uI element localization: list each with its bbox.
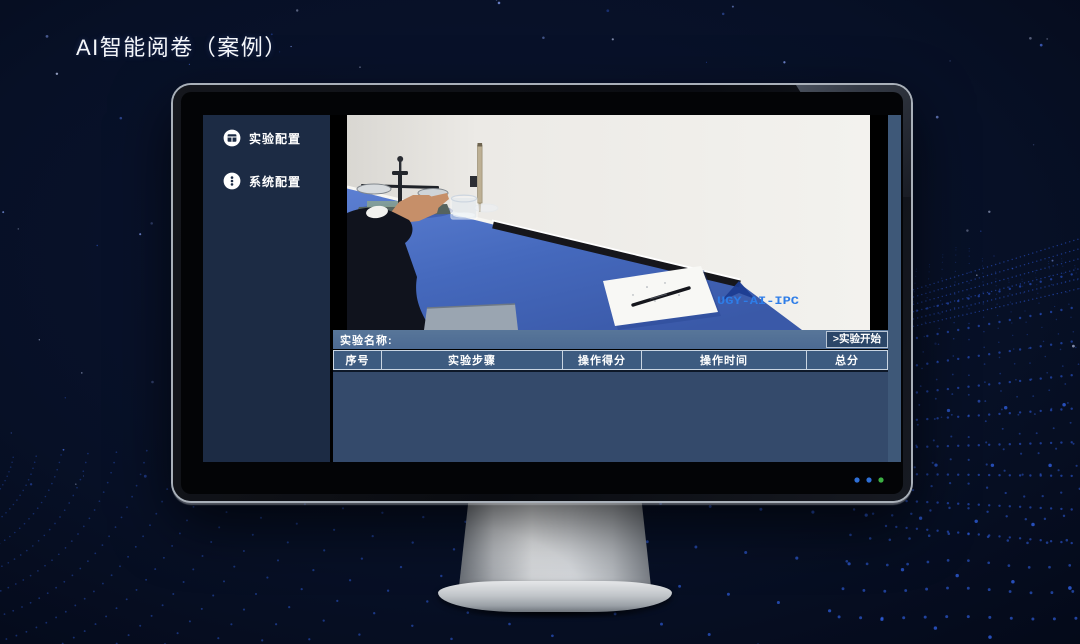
monitor-screen: 实验配置 系统配置: [181, 92, 903, 494]
results-table-body: [333, 370, 888, 462]
app-window: 实验配置 系统配置: [203, 115, 901, 462]
dots-config-icon: [223, 172, 241, 190]
experiment-name-label: 实验名称:: [333, 332, 393, 348]
main-panel: UGY-AI-IPC 实验名称: >实验开始 序号 实验步骤 操作得分 操作时间…: [330, 115, 888, 462]
sidebar-item-label: 实验配置: [249, 130, 301, 147]
sidebar-item-system-config[interactable]: 系统配置: [203, 171, 330, 191]
monitor-led-indicators: [853, 476, 886, 484]
watermark-text: UGY-AI-IPC: [717, 296, 799, 308]
monitor: 实验配置 系统配置: [173, 85, 911, 501]
results-table-header: 序号 实验步骤 操作得分 操作时间 总分: [333, 350, 888, 370]
sidebar: 实验配置 系统配置: [203, 115, 330, 462]
experiment-config-icon: [223, 129, 241, 147]
column-header-time: 操作时间: [641, 350, 807, 370]
start-experiment-button[interactable]: >实验开始: [826, 331, 888, 348]
experiment-name-row: 实验名称: >实验开始: [333, 330, 888, 349]
sidebar-item-label: 系统配置: [249, 173, 301, 190]
sidebar-item-experiment-config[interactable]: 实验配置: [203, 128, 330, 148]
column-header-step: 实验步骤: [381, 350, 563, 370]
column-header-total: 总分: [806, 350, 888, 370]
page-title: AI智能阅卷（案例）: [76, 30, 288, 62]
watch-glass: [474, 204, 498, 212]
video-area: UGY-AI-IPC: [330, 115, 888, 330]
monitor-stand-neck: [459, 499, 651, 587]
column-header-index: 序号: [333, 350, 382, 370]
column-header-score: 操作得分: [562, 350, 642, 370]
led-blue-2: [866, 477, 871, 482]
app-right-strip: [888, 115, 901, 462]
led-blue-1: [854, 477, 859, 482]
monitor-stand-base: [438, 581, 672, 612]
lab-video-frame: UGY-AI-IPC: [347, 115, 870, 330]
led-green: [878, 477, 883, 482]
beaker: [451, 195, 477, 219]
